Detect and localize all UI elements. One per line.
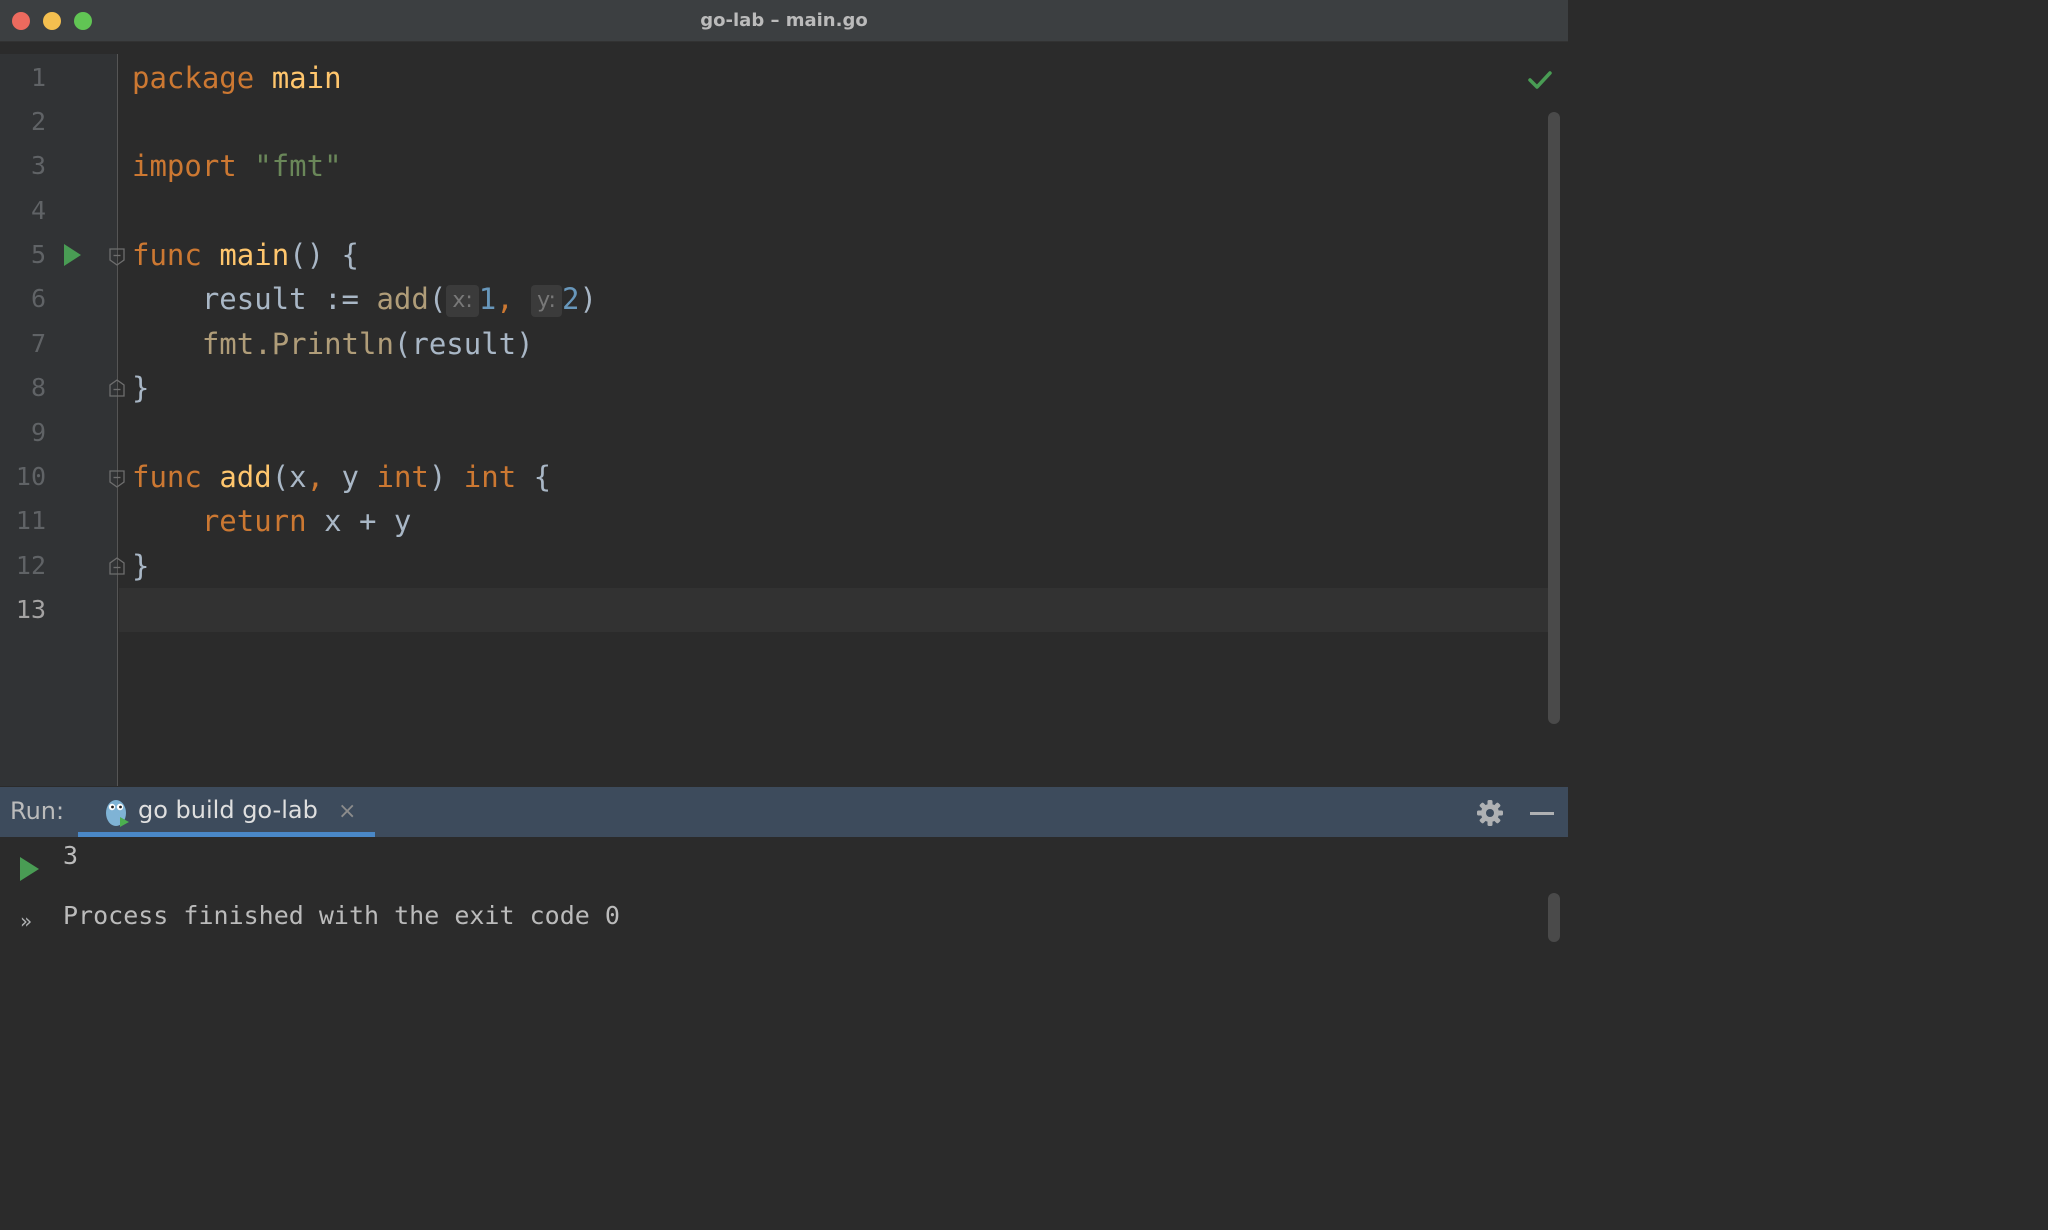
code-line[interactable]: }: [132, 366, 149, 410]
code-text: (: [428, 282, 447, 316]
code-text: {: [516, 460, 552, 494]
fold-marker-icon[interactable]: [109, 248, 125, 266]
check-icon[interactable]: [1528, 70, 1552, 90]
gopher-icon: [106, 800, 129, 827]
keyword: package: [132, 61, 255, 95]
line-number: 7: [30, 329, 46, 358]
keyword: func: [132, 460, 202, 494]
code-line[interactable]: package main: [132, 56, 342, 100]
code-line[interactable]: fmt.Println(result): [132, 322, 534, 366]
code-text: ): [579, 282, 597, 316]
run-tab-label: go build go-lab: [138, 796, 318, 824]
code-line[interactable]: import "fmt": [132, 144, 342, 188]
window-title: go-lab – main.go: [700, 10, 868, 31]
identifier: result: [201, 282, 307, 316]
keyword: import: [132, 149, 237, 183]
code-text: (result): [393, 327, 534, 361]
run-label: Run:: [10, 797, 65, 825]
line-number: 10: [15, 462, 46, 491]
code-line[interactable]: }: [132, 544, 149, 588]
code-line[interactable]: result := add(x: 1, y: 2): [132, 277, 597, 321]
operator: :=: [306, 282, 377, 316]
code-text: () {: [289, 238, 359, 272]
run-tab[interactable]: go build go-lab ×: [78, 787, 375, 837]
keyword: func: [132, 238, 202, 272]
package-name: main: [271, 61, 342, 95]
line-number: 5: [30, 240, 46, 269]
editor-gutter: 1 2 3 4 5 6 7 8 9 10 11 12 13: [0, 54, 125, 786]
type-keyword: int: [376, 460, 429, 494]
fold-end-marker-icon[interactable]: [109, 379, 125, 397]
code-editor[interactable]: 1 2 3 4 5 6 7 8 9 10 11 12 13 package ma…: [0, 54, 1568, 786]
more-icon[interactable]: »: [20, 909, 32, 933]
code-line[interactable]: func add(x, y int) int {: [132, 455, 551, 499]
close-icon[interactable]: ×: [338, 800, 356, 824]
editor-scrollbar[interactable]: [1548, 112, 1560, 724]
console-status: Process finished with the exit code 0: [63, 901, 620, 930]
console-scrollbar[interactable]: [1548, 893, 1560, 942]
package-ref: fmt: [201, 327, 255, 361]
minimize-icon[interactable]: [1530, 812, 1554, 815]
keyword: return: [201, 504, 307, 538]
code-text: .: [254, 327, 272, 361]
function-call: add: [376, 282, 429, 316]
number-literal: 1: [478, 282, 497, 316]
line-number: 8: [30, 373, 46, 402]
line-number-current: 13: [15, 595, 46, 624]
function-name: add: [219, 460, 272, 494]
gear-icon[interactable]: [1476, 799, 1504, 827]
number-literal: 2: [561, 282, 580, 316]
parameter-hint: y:: [531, 285, 562, 317]
current-line-highlight: [119, 588, 1549, 632]
string-literal: "fmt": [254, 149, 342, 183]
line-number: 6: [30, 284, 46, 313]
rerun-icon[interactable]: [20, 857, 39, 881]
code-line[interactable]: return x + y: [132, 499, 412, 543]
code-text: ): [428, 460, 464, 494]
code-text: y: [324, 460, 377, 494]
line-number: 9: [30, 418, 46, 447]
type-keyword: int: [463, 460, 517, 494]
console-toolbar: »: [0, 837, 54, 942]
console-output: 3: [63, 841, 79, 870]
code-text: (x: [271, 460, 307, 494]
line-number: 1: [30, 63, 46, 92]
line-number: 12: [15, 551, 46, 580]
fold-marker-icon[interactable]: [109, 470, 125, 488]
code-line[interactable]: func main() {: [132, 233, 359, 277]
comma: ,: [306, 460, 325, 494]
function-name: main: [219, 238, 290, 272]
run-gutter-icon[interactable]: [64, 244, 81, 266]
run-console[interactable]: » 3 Process finished with the exit code …: [0, 837, 1568, 942]
comma: ,: [496, 282, 532, 316]
title-bar: go-lab – main.go: [0, 0, 1568, 42]
closing-brace: }: [132, 549, 150, 583]
line-number: 2: [30, 107, 46, 136]
code-text: x + y: [306, 504, 412, 538]
fold-end-marker-icon[interactable]: [109, 557, 125, 575]
line-number: 4: [30, 196, 46, 225]
line-number: 3: [30, 151, 46, 180]
line-number: 11: [15, 506, 46, 535]
parameter-hint: x:: [446, 285, 479, 317]
closing-brace: }: [132, 371, 150, 405]
run-toolbar: Run: go build go-lab ×: [0, 787, 1568, 837]
function-call: Println: [271, 327, 394, 361]
